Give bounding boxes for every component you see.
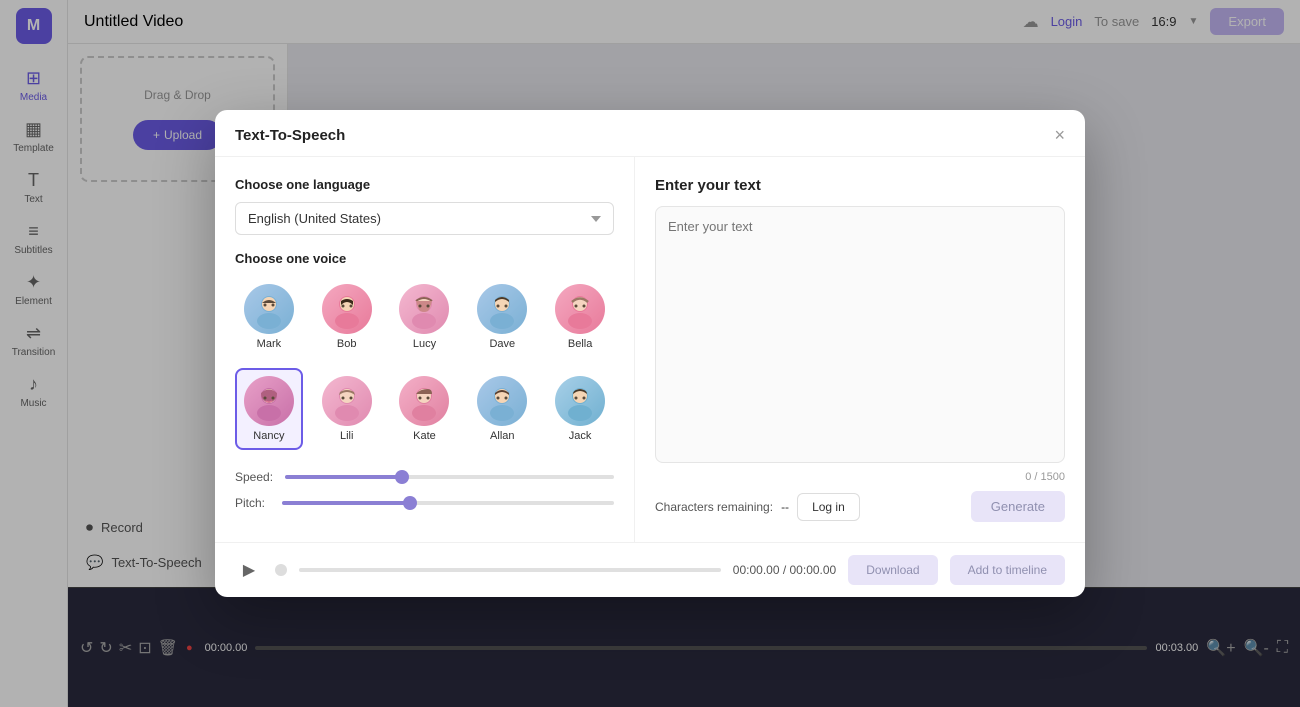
- voice-name-lucy: Lucy: [413, 338, 436, 350]
- voice-avatar-kate: [399, 376, 449, 426]
- tts-modal: Text-To-Speech × Choose one language Eng…: [215, 110, 1085, 597]
- pitch-slider[interactable]: [282, 501, 614, 505]
- voice-grid: Mark Bob: [235, 276, 614, 450]
- text-input[interactable]: [655, 206, 1065, 463]
- voice-item-nancy[interactable]: Nancy: [235, 368, 303, 450]
- modal-body: Choose one language English (United Stat…: [215, 157, 1085, 542]
- audio-thumb: [275, 564, 287, 576]
- generate-button[interactable]: Generate: [971, 491, 1065, 522]
- voice-section-label: Choose one voice: [235, 251, 614, 266]
- voice-avatar-jack: [555, 376, 605, 426]
- voice-avatar-bella: [555, 284, 605, 334]
- modal-header: Text-To-Speech ×: [215, 110, 1085, 157]
- modal-title: Text-To-Speech: [235, 127, 345, 144]
- audio-play-button[interactable]: ▶: [235, 556, 263, 584]
- modal-left-section: Choose one language English (United Stat…: [215, 157, 635, 542]
- voice-name-dave: Dave: [489, 338, 515, 350]
- download-button[interactable]: Download: [848, 555, 937, 585]
- char-count: 0 / 1500: [655, 471, 1065, 483]
- modal-footer-right: Characters remaining: -- Log in Generate: [655, 491, 1065, 522]
- voice-item-kate[interactable]: Kate: [391, 368, 459, 450]
- app-container: Untitled Video M ⊞ Media ▦ Template T Te…: [0, 0, 1300, 707]
- voice-item-dave[interactable]: Dave: [468, 276, 536, 358]
- voice-name-nancy: Nancy: [253, 430, 284, 442]
- chars-remaining-label: Characters remaining:: [655, 500, 773, 514]
- speed-slider[interactable]: [285, 475, 614, 479]
- voice-name-allan: Allan: [490, 430, 514, 442]
- speed-row: Speed:: [235, 470, 614, 484]
- voice-name-kate: Kate: [413, 430, 436, 442]
- audio-progress-bar[interactable]: [299, 568, 721, 572]
- voice-name-jack: Jack: [569, 430, 592, 442]
- modal-close-button[interactable]: ×: [1054, 126, 1065, 144]
- voice-item-bob[interactable]: Bob: [313, 276, 381, 358]
- login-button[interactable]: Log in: [797, 493, 860, 521]
- chars-remaining: Characters remaining: -- Log in: [655, 493, 860, 521]
- voice-item-bella[interactable]: Bella: [546, 276, 614, 358]
- modal-backdrop: Text-To-Speech × Choose one language Eng…: [0, 0, 1300, 707]
- voice-item-lucy[interactable]: Lucy: [391, 276, 459, 358]
- voice-avatar-bob: [322, 284, 372, 334]
- voice-avatar-lucy: [399, 284, 449, 334]
- voice-avatar-dave: [477, 284, 527, 334]
- voice-avatar-nancy: [244, 376, 294, 426]
- pitch-row: Pitch:: [235, 496, 614, 510]
- modal-bottom-bar: ▶ 00:00.00 / 00:00.00 Download Add to ti…: [215, 542, 1085, 597]
- voice-name-bob: Bob: [337, 338, 357, 350]
- chars-remaining-value: --: [781, 500, 789, 514]
- voice-item-jack[interactable]: Jack: [546, 368, 614, 450]
- language-section-label: Choose one language: [235, 177, 614, 192]
- voice-item-lili[interactable]: Lili: [313, 368, 381, 450]
- voice-avatar-lili: [322, 376, 372, 426]
- language-select[interactable]: English (United States) English (UK) Spa…: [235, 202, 614, 235]
- speed-label: Speed:: [235, 470, 273, 484]
- voice-name-mark: Mark: [257, 338, 281, 350]
- voice-name-lili: Lili: [340, 430, 353, 442]
- voice-avatar-allan: [477, 376, 527, 426]
- pitch-label: Pitch:: [235, 496, 270, 510]
- voice-item-allan[interactable]: Allan: [468, 368, 536, 450]
- modal-right-section: Enter your text 0 / 1500 Characters rema…: [635, 157, 1085, 542]
- add-to-timeline-button[interactable]: Add to timeline: [950, 555, 1065, 585]
- voice-item-mark[interactable]: Mark: [235, 276, 303, 358]
- text-section-label: Enter your text: [655, 177, 1065, 194]
- voice-avatar-mark: [244, 284, 294, 334]
- voice-name-bella: Bella: [568, 338, 592, 350]
- audio-time-display: 00:00.00 / 00:00.00: [733, 563, 836, 577]
